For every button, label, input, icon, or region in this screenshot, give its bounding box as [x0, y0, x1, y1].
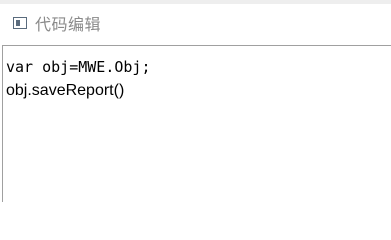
- code-editor-area[interactable]: var obj=MWE.Obj; obj.saveReport(): [2, 45, 391, 202]
- code-line-2: obj.saveReport(): [6, 82, 125, 99]
- title-bar[interactable]: 代码编辑: [0, 4, 391, 42]
- code-editor-window: 代码编辑 var obj=MWE.Obj; obj.saveReport(): [0, 0, 391, 202]
- code-line-1: var obj=MWE.Obj;: [6, 58, 151, 76]
- window-icon: [13, 17, 27, 29]
- window-title: 代码编辑: [35, 15, 102, 34]
